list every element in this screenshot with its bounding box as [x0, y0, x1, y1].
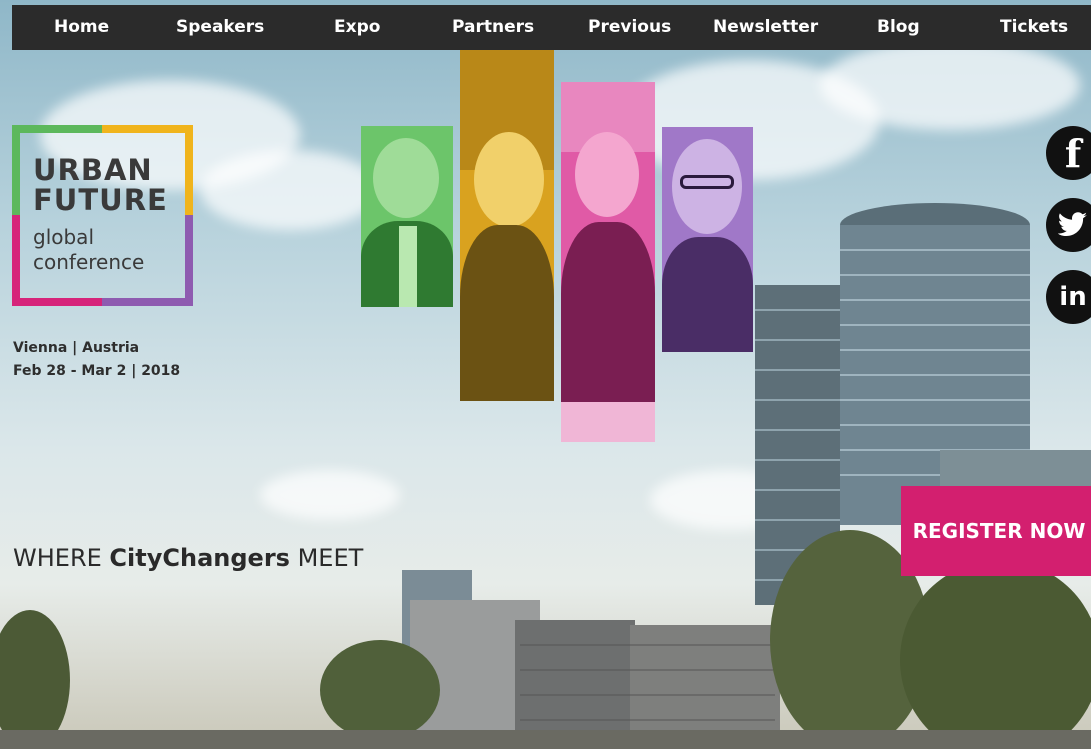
- logo-bar-magenta: [12, 298, 102, 306]
- speaker-photo: [373, 138, 439, 218]
- logo-bar-purple-side: [185, 215, 193, 306]
- logo-line-conference: conference: [33, 250, 145, 274]
- logo-line-future: FUTURE: [33, 183, 168, 217]
- twitter-bird-icon: [1058, 212, 1087, 236]
- register-now-button[interactable]: REGISTER NOW: [901, 486, 1091, 576]
- nav-newsletter[interactable]: Newsletter: [713, 17, 818, 37]
- tagline-prefix: WHERE: [13, 544, 110, 572]
- facebook-icon[interactable]: f: [1046, 126, 1091, 180]
- speaker-panel-purple[interactable]: [662, 127, 753, 352]
- main-navigation: Home Speakers Expo Partners Previous New…: [12, 5, 1091, 50]
- speaker-panel-magenta[interactable]: [561, 82, 655, 442]
- tagline-suffix: MEET: [289, 544, 364, 572]
- logo-line-global: global: [33, 225, 94, 249]
- event-dates: Feb 28 - Mar 2 | 2018: [13, 363, 181, 379]
- nav-expo[interactable]: Expo: [334, 17, 380, 37]
- nav-home[interactable]: Home: [54, 17, 109, 37]
- twitter-icon[interactable]: [1046, 198, 1091, 252]
- speaker-photo: [662, 237, 753, 352]
- speaker-photo: [561, 222, 655, 402]
- speaker-panel-yellow[interactable]: [460, 50, 554, 401]
- logo-bar-yellow: [102, 125, 193, 133]
- logo-line-urban: URBAN: [33, 153, 153, 187]
- hero-tagline: WHERE CityChangers MEET: [13, 544, 363, 572]
- speaker-photo: [460, 225, 554, 401]
- event-location: Vienna | Austria: [13, 340, 140, 356]
- nav-speakers[interactable]: Speakers: [176, 17, 264, 37]
- nav-blog[interactable]: Blog: [877, 17, 920, 37]
- nav-previous[interactable]: Previous: [588, 17, 671, 37]
- event-info: Vienna | Austria Feb 28 - Mar 2 | 2018: [13, 337, 180, 383]
- logo-title: URBAN FUTURE: [33, 155, 168, 215]
- nav-partners[interactable]: Partners: [452, 17, 534, 37]
- logo-bar-green: [12, 125, 102, 133]
- speaker-panel-green[interactable]: [361, 126, 453, 307]
- speaker-photo: [561, 402, 655, 442]
- logo-bar-magenta-side: [12, 215, 20, 306]
- logo-subtitle: global conference: [33, 225, 144, 275]
- nav-tickets[interactable]: Tickets: [1000, 17, 1068, 37]
- speaker-glasses: [680, 175, 734, 189]
- logo-bar-yellow-side: [185, 125, 193, 215]
- tagline-brand: CityChangers: [109, 544, 290, 572]
- urban-future-logo[interactable]: URBAN FUTURE global conference: [12, 125, 193, 306]
- speaker-photo: [474, 132, 544, 227]
- linkedin-icon[interactable]: in: [1046, 270, 1091, 324]
- logo-bar-purple: [102, 298, 193, 306]
- logo-bar-green-side: [12, 125, 20, 215]
- speaker-photo: [575, 132, 639, 217]
- speaker-photo: [399, 226, 417, 307]
